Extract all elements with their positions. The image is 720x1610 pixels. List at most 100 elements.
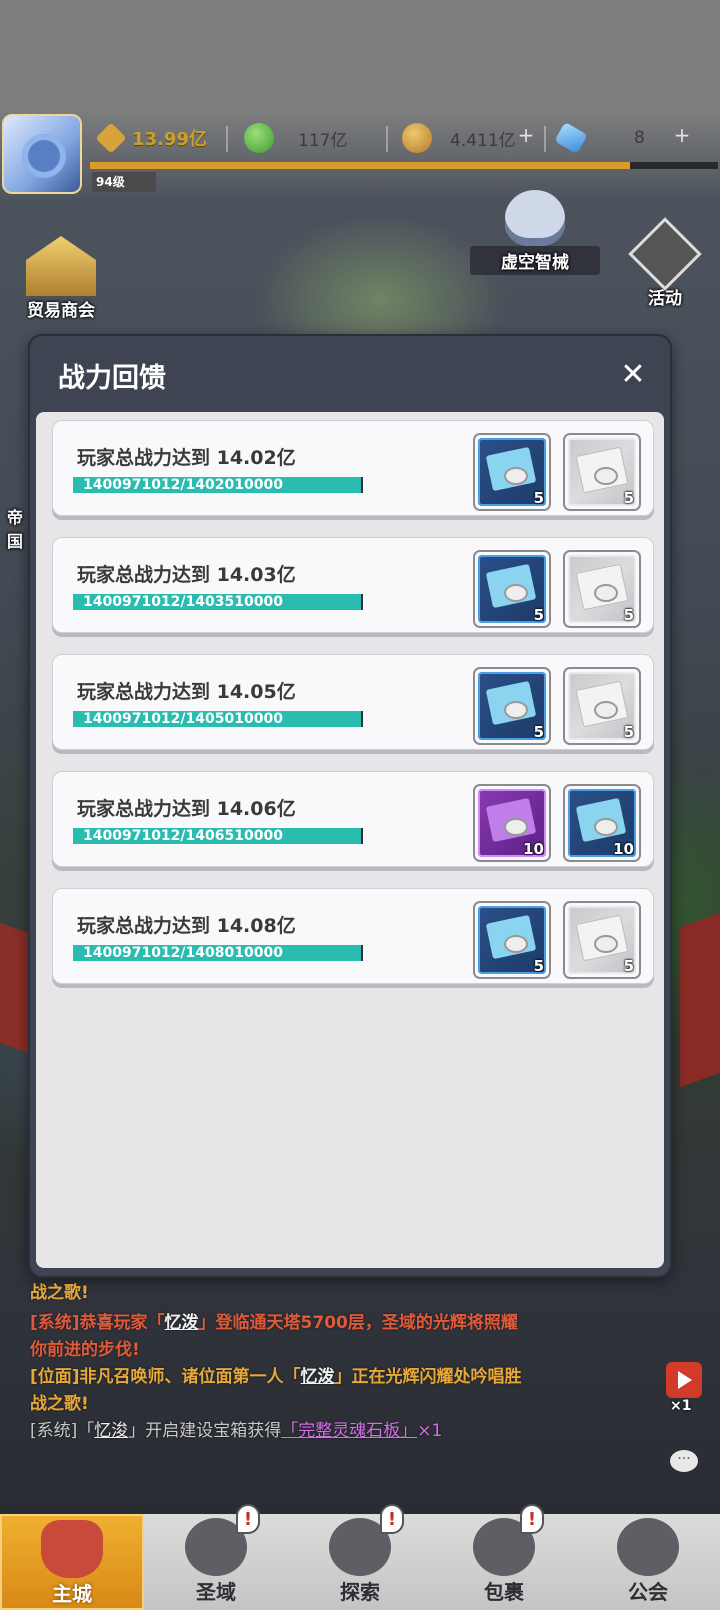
reward-item[interactable]: 10 <box>473 784 551 862</box>
chat-text: [系统]「 <box>30 1421 95 1441</box>
chat-bubble-icon <box>628 217 702 291</box>
roof-right <box>680 912 720 1088</box>
progress-text: 1400971012/1408010000 <box>83 945 283 961</box>
resource-bar: 13.99亿 117亿 4.411亿 + 8 + <box>92 114 720 160</box>
chat-line: 战之歌! <box>30 1283 89 1303</box>
chat-log[interactable]: 战之歌! [系统]恭喜玩家「忆泼」登临通天塔5700层，圣域的光辉将照耀 你前进… <box>30 1283 630 1445</box>
reward-count: 10 <box>613 840 634 858</box>
player-level: 94级 <box>92 172 156 192</box>
xp-bar <box>90 162 718 169</box>
xp-fill <box>90 162 631 169</box>
gold-coin-icon <box>402 123 432 153</box>
progress-bar: 1400971012/1408010000 <box>73 945 363 961</box>
progress-cap <box>361 828 363 844</box>
video-count: ×1 <box>670 1398 692 1414</box>
reward-item[interactable]: 5 <box>563 667 641 745</box>
chat-line: [系统]「忆浚」开启建设宝箱获得「完整灵魂石板」×1 <box>30 1418 630 1445</box>
reward-count: 5 <box>623 723 634 741</box>
close-icon[interactable]: ✕ <box>616 358 650 392</box>
trade-guild-label: 贸易商会 <box>27 301 95 321</box>
progress-text: 1400971012/1405010000 <box>83 711 283 727</box>
chat-text: 」正在光辉闪耀处吟唱胜 <box>334 1367 522 1387</box>
reward-item[interactable]: 5 <box>563 433 641 511</box>
nav-guild[interactable]: 公会 <box>576 1514 720 1610</box>
diamond-currency-value: 8 <box>634 128 645 148</box>
combat-power: 13.99亿 <box>95 120 207 156</box>
task-title: 玩家总战力达到 14.03亿 <box>77 564 296 586</box>
nav-bag[interactable]: 包裹 ! <box>432 1504 576 1610</box>
dialog-title: 战力回馈 <box>58 363 166 394</box>
combat-power-value: 13.99亿 <box>132 129 207 150</box>
task-title: 玩家总战力达到 14.08亿 <box>77 915 296 937</box>
swords-icon <box>95 122 127 154</box>
progress-bar: 1400971012/1402010000 <box>73 477 363 493</box>
reward-count: 5 <box>623 957 634 975</box>
castle-icon <box>26 236 96 296</box>
task-item: 玩家总战力达到 14.02亿 1400971012/1402010000 5 5 <box>52 420 654 516</box>
diamond-currency[interactable]: 8 <box>554 120 645 156</box>
nav-explore[interactable]: 探索 ! <box>288 1504 432 1610</box>
chat-line: [系统]恭喜玩家「忆泼」登临通天塔5700层，圣域的光辉将照耀 <box>30 1310 630 1337</box>
reward-count: 5 <box>533 606 544 624</box>
chat-text: 」登临通天塔5700层，圣域的光辉将照耀 <box>198 1313 518 1333</box>
castle-icon <box>41 1520 103 1578</box>
gold-currency-value: 4.411亿 <box>450 130 516 151</box>
video-play-icon[interactable] <box>666 1362 702 1398</box>
trade-guild-button[interactable]: 贸易商会 <box>16 236 106 321</box>
void-mech-button[interactable]: 虚空智械 <box>470 190 600 275</box>
reward-item[interactable]: 5 <box>563 550 641 628</box>
reward-count: 5 <box>623 606 634 624</box>
task-list: 玩家总战力达到 14.02亿 1400971012/1402010000 5 5… <box>36 412 664 1268</box>
nav-main-city[interactable]: 主城 <box>0 1514 144 1610</box>
task-item: 玩家总战力达到 14.08亿 1400971012/1408010000 5 5 <box>52 888 654 984</box>
task-item: 玩家总战力达到 14.05亿 1400971012/1405010000 5 5 <box>52 654 654 750</box>
progress-cap <box>361 594 363 610</box>
add-diamond-icon[interactable]: + <box>672 125 692 146</box>
chat-text: 」开启建设宝箱获得 <box>128 1421 282 1441</box>
nav-label: 探索 <box>340 1580 380 1604</box>
reward-item[interactable]: 5 <box>473 667 551 745</box>
reward-count: 10 <box>523 840 544 858</box>
gold-currency[interactable]: 4.411亿 <box>402 120 516 156</box>
reward-count: 5 <box>533 957 544 975</box>
nav-label: 公会 <box>628 1580 668 1604</box>
progress-bar: 1400971012/1403510000 <box>73 594 363 610</box>
task-title: 玩家总战力达到 14.05亿 <box>77 681 296 703</box>
reward-item[interactable]: 5 <box>473 550 551 628</box>
add-gold-icon[interactable]: + <box>516 125 536 146</box>
empire-label: 帝国 <box>6 508 23 551</box>
alert-badge: ! <box>380 1504 404 1534</box>
task-item: 玩家总战力达到 14.06亿 1400971012/1406510000 10 … <box>52 771 654 867</box>
chat-text: [系统]恭喜玩家「 <box>30 1313 165 1333</box>
player-name-link[interactable]: 忆泼 <box>301 1367 335 1387</box>
reward-item[interactable]: 10 <box>563 784 641 862</box>
progress-text: 1400971012/1403510000 <box>83 594 283 610</box>
reward-item[interactable]: 5 <box>563 901 641 979</box>
progress-bar: 1400971012/1405010000 <box>73 711 363 727</box>
chat-line: [位面]非凡召唤师、诸位面第一人「忆泼」正在光辉闪耀处吟唱胜 <box>30 1364 630 1391</box>
progress-cap <box>361 477 363 493</box>
nav-label: 主城 <box>52 1582 92 1606</box>
void-mech-label: 虚空智械 <box>470 246 600 275</box>
item-link[interactable]: 「完整灵魂石板」 <box>281 1421 417 1441</box>
alert-badge: ! <box>520 1504 544 1534</box>
nav-sanctuary[interactable]: 圣域 ! <box>144 1504 288 1610</box>
reward-item[interactable]: 5 <box>473 433 551 511</box>
empire-button[interactable]: 帝国 <box>0 504 30 552</box>
green-orb-icon <box>244 123 274 153</box>
player-name-link[interactable]: 忆泼 <box>165 1313 199 1333</box>
player-name-link[interactable]: 忆浚 <box>94 1421 128 1441</box>
activity-button[interactable]: 活动 <box>628 217 702 309</box>
chat-icon[interactable]: ··· <box>670 1450 698 1472</box>
chat-line: 你前进的步伐! <box>30 1340 140 1360</box>
player-avatar[interactable] <box>2 114 82 194</box>
progress-bar: 1400971012/1406510000 <box>73 828 363 844</box>
alert-badge: ! <box>236 1504 260 1534</box>
green-currency: 117亿 <box>244 120 347 156</box>
guild-helmet-icon <box>617 1518 679 1576</box>
task-title: 玩家总战力达到 14.06亿 <box>77 798 296 820</box>
power-reward-dialog: 战力回馈 ✕ 玩家总战力达到 14.02亿 1400971012/1402010… <box>28 334 672 1278</box>
diamond-icon <box>554 121 588 155</box>
chat-text: [位面]非凡召唤师、诸位面第一人「 <box>30 1367 301 1387</box>
reward-item[interactable]: 5 <box>473 901 551 979</box>
